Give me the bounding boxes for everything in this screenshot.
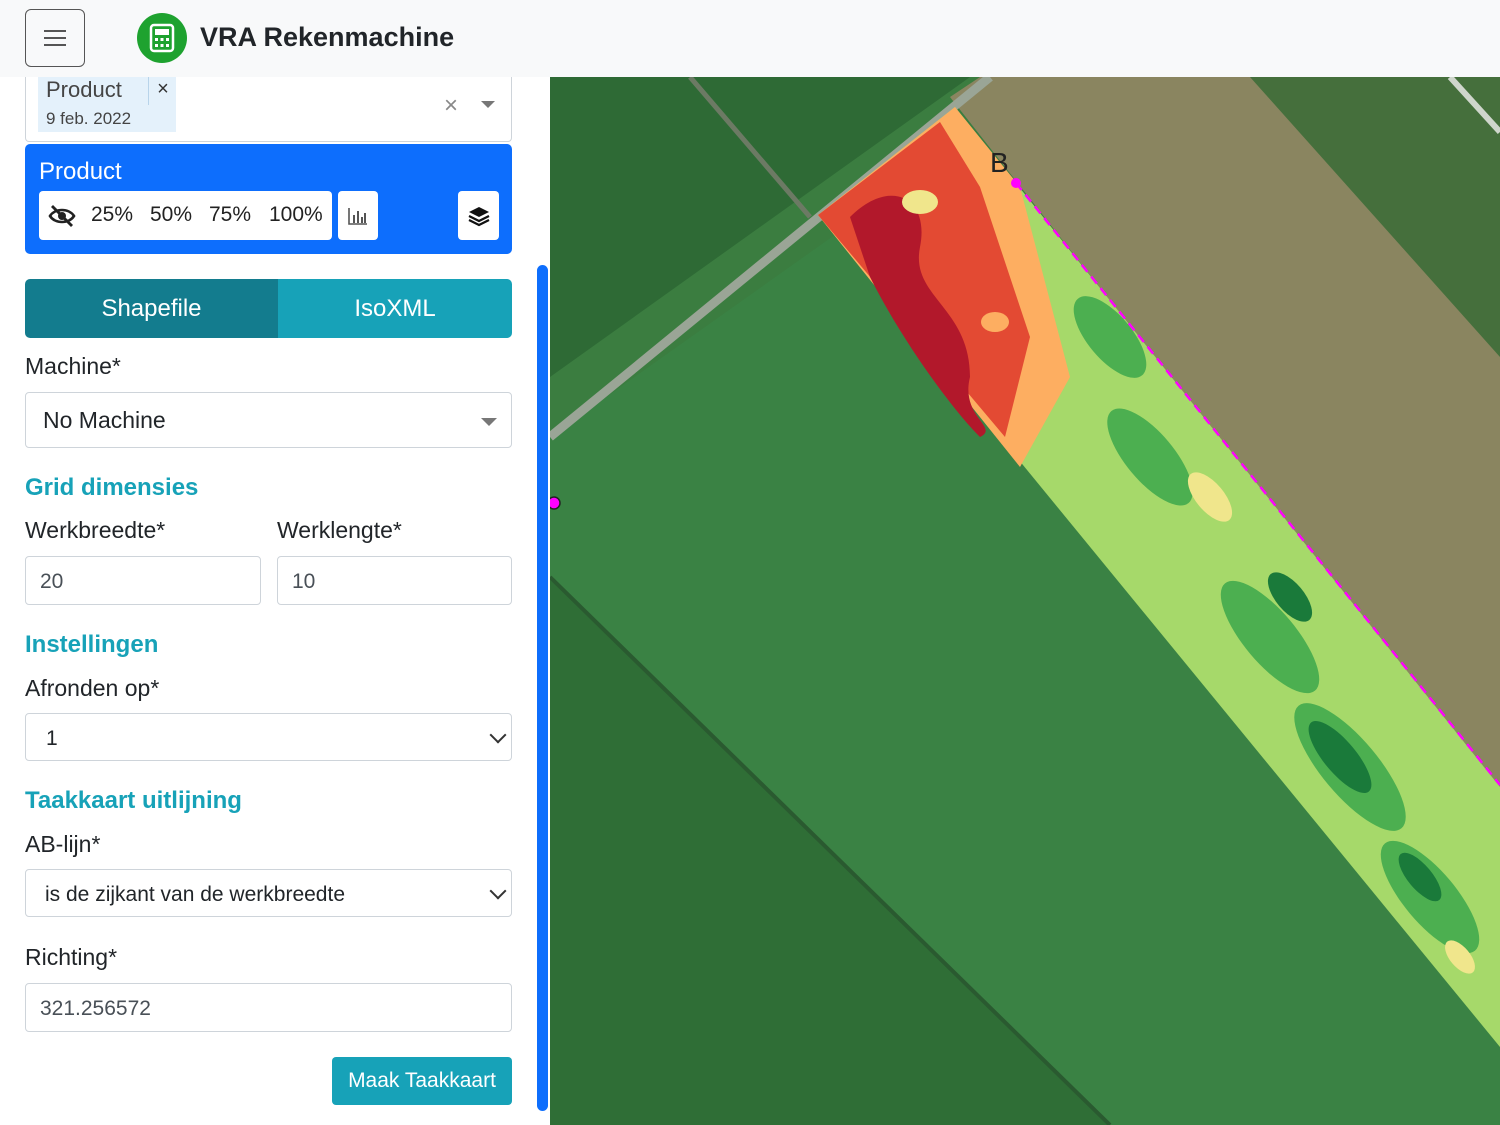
ab-line-select[interactable]: is de zijkant van de werkbreedte xyxy=(25,869,512,917)
app-title: VRA Rekenmachine xyxy=(200,22,455,52)
menu-button[interactable] xyxy=(25,9,85,67)
length-input[interactable]: 10 xyxy=(277,556,512,605)
width-input-value: 20 xyxy=(40,570,64,593)
align-heading: Taakkaart uitlijning xyxy=(25,787,242,814)
product-title: Product xyxy=(39,158,122,185)
layers-button[interactable] xyxy=(458,191,499,240)
tab-isoxml[interactable]: IsoXML xyxy=(278,279,512,338)
satellite-map[interactable] xyxy=(550,77,1500,1125)
eye-slash-icon[interactable] xyxy=(47,203,77,229)
clear-selection-icon[interactable]: × xyxy=(444,92,458,120)
direction-input-value: 321.256572 xyxy=(40,997,151,1020)
hamburger-icon xyxy=(44,30,66,46)
opacity-button-group: 25% 50% 75% 100% xyxy=(39,191,332,240)
tab-shapefile[interactable]: Shapefile xyxy=(25,279,278,338)
vra-zone xyxy=(902,190,938,214)
direction-label: Richting* xyxy=(25,944,118,970)
opacity-100-button[interactable]: 100% xyxy=(269,203,323,227)
panel-scrollbar[interactable] xyxy=(537,265,548,1111)
export-format-tabs: Shapefile IsoXML xyxy=(25,279,512,338)
layer-select[interactable]: Product 9 feb. 2022 × × xyxy=(25,77,512,142)
map-view[interactable]: B xyxy=(550,77,1500,1125)
app-logo xyxy=(137,13,187,63)
dropdown-caret-icon xyxy=(481,418,497,426)
ab-point-a[interactable] xyxy=(550,496,561,510)
selected-layer-chip: Product 9 feb. 2022 × xyxy=(38,77,176,132)
chart-button[interactable] xyxy=(338,191,378,240)
product-card: Product 25% 50% 75% 100% xyxy=(25,144,512,254)
length-label: Werklengte* xyxy=(277,517,402,543)
machine-label: Machine* xyxy=(25,353,121,379)
round-select[interactable]: 1 xyxy=(25,713,512,761)
calculator-icon xyxy=(149,23,175,53)
width-label: Werkbreedte* xyxy=(25,517,166,543)
settings-heading: Instellingen xyxy=(25,631,159,658)
opacity-50-button[interactable]: 50% xyxy=(150,203,192,227)
chevron-down-icon xyxy=(489,726,507,744)
machine-select[interactable]: No Machine xyxy=(25,392,512,448)
layers-icon xyxy=(468,206,489,226)
dropdown-caret-icon[interactable] xyxy=(481,101,495,108)
chip-date: 9 feb. 2022 xyxy=(46,109,132,128)
direction-input[interactable]: 321.256572 xyxy=(25,983,512,1032)
sidebar-panel: Product 9 feb. 2022 × × Product 25% 50% … xyxy=(0,77,550,1125)
round-select-value: 1 xyxy=(46,727,58,750)
grid-heading: Grid dimensies xyxy=(25,474,199,501)
round-label: Afronden op* xyxy=(25,675,160,701)
width-input[interactable]: 20 xyxy=(25,556,261,605)
ab-point-b[interactable] xyxy=(1011,178,1021,188)
point-b-label: B xyxy=(990,147,1009,178)
opacity-25-button[interactable]: 25% xyxy=(91,203,133,227)
opacity-75-button[interactable]: 75% xyxy=(209,203,251,227)
create-taskmap-button[interactable]: Maak Taakkaart xyxy=(332,1057,512,1105)
vra-zone xyxy=(981,312,1009,332)
chip-remove-button[interactable]: × xyxy=(148,77,177,105)
chevron-down-icon xyxy=(489,882,507,900)
ab-line-select-value: is de zijkant van de werkbreedte xyxy=(45,883,345,906)
ab-label: AB-lijn* xyxy=(25,831,101,857)
app-header: VRA Rekenmachine xyxy=(0,0,1500,77)
chip-name: Product xyxy=(46,77,122,102)
machine-select-value: No Machine xyxy=(43,407,166,433)
length-input-value: 10 xyxy=(292,570,316,593)
bar-chart-icon xyxy=(348,207,367,225)
